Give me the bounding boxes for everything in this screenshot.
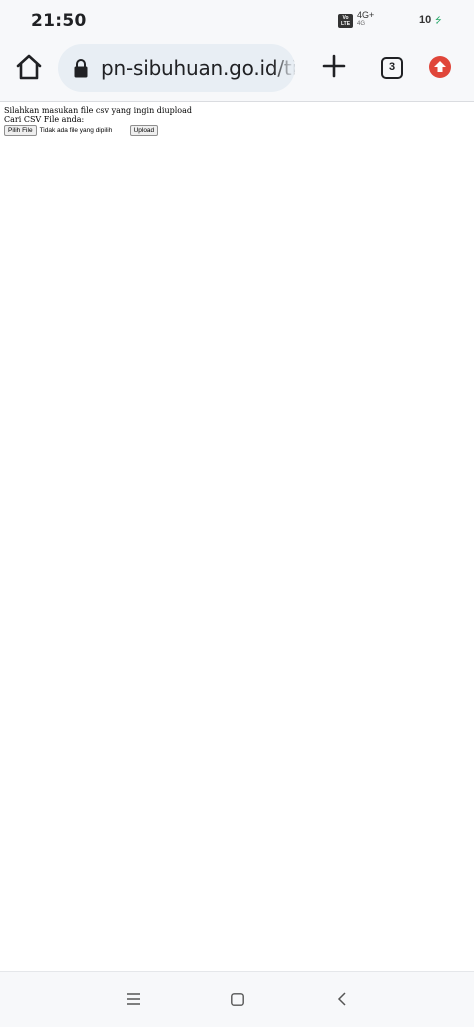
square-icon[interactable]: [231, 993, 244, 1006]
network-subtype: 4G: [357, 21, 366, 27]
upload-instruction: Silahkan masukan file csv yang ingin diu…: [4, 106, 192, 115]
system-nav-bar: [0, 971, 474, 1027]
tab-switcher-button[interactable]: 3: [381, 57, 403, 79]
address-bar[interactable]: pn-sibuhuan.go.id/tila: [58, 44, 295, 92]
update-button[interactable]: [429, 56, 451, 78]
status-bar: 21:50 Vo LTE 4G+ 4G 10 ⭍: [0, 0, 474, 40]
file-status-text: Tidak ada file yang dipilih: [39, 127, 113, 134]
upload-button[interactable]: Upload: [129, 125, 159, 136]
battery-level: 10: [419, 14, 432, 26]
status-time: 21:50: [31, 11, 87, 31]
url-fade: [273, 44, 295, 92]
charging-icon: ⭍: [435, 16, 442, 25]
chevron-left-icon[interactable]: [337, 992, 346, 1006]
arrow-up-icon: [434, 61, 446, 72]
url-text: pn-sibuhuan.go.id/tila: [101, 56, 295, 80]
choose-file-button[interactable]: Pilih File: [4, 125, 37, 136]
plus-icon[interactable]: [321, 53, 347, 79]
lock-icon: [74, 59, 88, 78]
file-upload-row: Pilih File Tidak ada file yang dipilih U…: [4, 125, 192, 136]
home-icon[interactable]: [14, 52, 44, 82]
network-type: 4G+: [357, 10, 375, 20]
volte-icon: Vo LTE: [338, 14, 353, 28]
network-indicator: 4G+ 4G: [357, 11, 374, 29]
upload-prompt: Cari CSV File anda:: [4, 115, 85, 124]
menu-icon[interactable]: [127, 993, 140, 1005]
browser-toolbar: pn-sibuhuan.go.id/tila 3: [0, 40, 474, 102]
page-content: Silahkan masukan file csv yang ingin diu…: [4, 106, 192, 136]
